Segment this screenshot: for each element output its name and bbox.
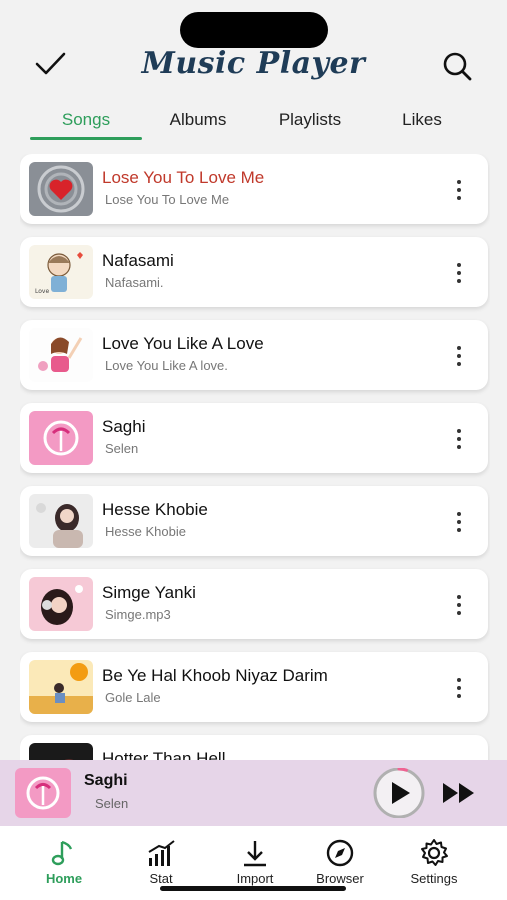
play-icon [373,767,425,819]
home-indicator [160,886,346,891]
song-title: Saghi [102,417,146,436]
song-title: Simge Yanki [102,583,196,602]
song-artwork [29,494,93,548]
more-options-button[interactable] [448,425,470,453]
nav-stat[interactable]: Stat [116,838,206,888]
song-artwork [29,411,93,465]
song-artist: Simge.mp3 [105,607,171,622]
app-title: Music Player [141,46,366,81]
more-options-button[interactable] [448,176,470,204]
song-artist: Love You Like A love. [105,358,228,373]
nav-label: Settings [410,871,458,886]
song-title: Hesse Khobie [102,500,208,519]
nav-label: Stat [149,871,173,886]
nav-label: Browser [316,871,364,886]
now-playing-artwork [15,768,71,818]
nav-home[interactable]: Home [19,838,109,888]
song-item[interactable]: Lose You To Love Me Lose You To Love Me [20,154,488,224]
compass-icon [326,839,354,867]
more-options-button[interactable] [448,674,470,702]
song-item[interactable]: Simge Yanki Simge.mp3 [20,569,488,639]
music-note-icon [51,840,73,866]
more-options-button[interactable] [448,591,470,619]
download-icon [244,841,266,867]
next-button[interactable] [440,778,478,808]
fast-forward-icon [443,783,474,803]
song-item[interactable]: Be Ye Hal Khoob Niyaz Darim Gole Lale [20,652,488,722]
song-item[interactable]: Hotter Than Hell [20,735,488,760]
song-title: Lose You To Love Me [102,168,265,187]
song-artist: Hesse Khobie [105,524,186,539]
more-options-button[interactable] [448,342,470,370]
mini-player[interactable]: Saghi Selen [0,760,507,826]
song-artwork [29,660,93,714]
play-button[interactable] [370,767,428,819]
song-item[interactable]: Love You Like A Love Love You Like A lov… [20,320,488,390]
song-artwork [29,577,93,631]
more-options-button[interactable] [448,259,470,287]
song-artist: Gole Lale [105,690,161,705]
song-artist: Lose You To Love Me [105,192,230,207]
tab-playlists[interactable]: Playlists [254,104,366,140]
active-tab-indicator [30,137,142,140]
search-icon [443,52,472,81]
svg-text:Love: Love [35,288,49,295]
nav-browser[interactable]: Browser [295,838,385,888]
tab-songs[interactable]: Songs [30,104,142,140]
nav-label: Home [45,871,83,886]
library-tabs: Songs Albums Playlists Likes [30,104,478,140]
nav-label: Import [236,871,274,886]
song-artwork: Love [29,245,93,299]
now-playing-artist: Selen [95,796,129,811]
song-item[interactable]: Love Nafasami Nafasami. [20,237,488,307]
now-playing-title: Saghi [84,772,128,789]
more-options-button[interactable] [448,508,470,536]
song-title: Hotter Than Hell [102,749,226,760]
song-artwork [29,328,93,382]
nav-settings[interactable]: Settings [389,838,479,888]
gear-icon [421,839,448,866]
tab-likes[interactable]: Likes [366,104,478,140]
song-title: Nafasami [102,251,174,270]
nav-import[interactable]: Import [210,838,300,888]
song-artwork [29,743,93,760]
app-header: Music Player [0,40,507,92]
song-item[interactable]: Saghi Selen [20,403,488,473]
song-title: Love You Like A Love [102,334,264,353]
song-artwork [29,162,93,216]
stats-icon [148,840,175,866]
song-item[interactable]: Hesse Khobie Hesse Khobie [20,486,488,556]
song-title: Be Ye Hal Khoob Niyaz Darim [102,666,328,685]
tab-albums[interactable]: Albums [142,104,254,140]
song-artist: Nafasami. [105,275,164,290]
search-button[interactable] [441,50,473,82]
song-list[interactable]: Lose You To Love Me Lose You To Love Me … [20,154,490,760]
song-artist: Selen [105,441,139,456]
